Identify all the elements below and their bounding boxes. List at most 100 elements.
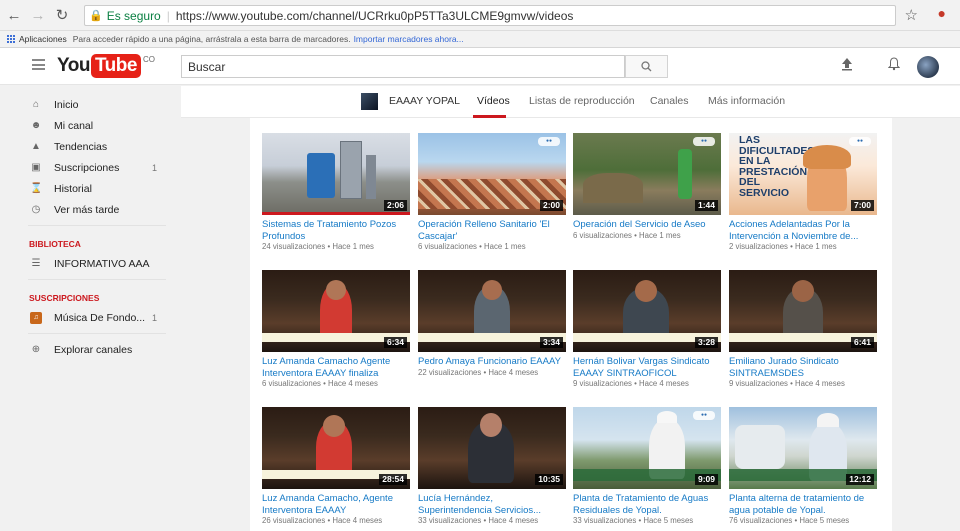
tab-playlists[interactable]: Listas de reproducción [529,95,635,107]
menu-icon[interactable] [32,59,45,70]
address-bar[interactable]: 🔒 Es seguro | https://www.youtube.com/ch… [84,5,896,26]
video-meta: 33 visualizaciones • Hace 5 meses [573,516,694,525]
sidebar-item-my-channel[interactable]: ☻ Mi canal [0,115,180,136]
video-thumbnail[interactable]: 10:35 [418,407,566,489]
videos-grid: 2:06 Sistemas de Tratamiento Pozos Profu… [250,118,892,531]
address-separator: | [166,8,170,23]
subscriptions-icon: ▣ [31,162,41,173]
video-thumbnail[interactable]: 12:12 [729,407,877,489]
search-input[interactable]: Buscar [181,55,625,78]
video-title[interactable]: Lucía Hernández, Superintendencia Servic… [418,493,566,516]
video-card[interactable]: LAS DIFICULTADES EN LA PRESTACIÓN DEL SE… [729,133,877,252]
video-title[interactable]: Planta alterna de tratamiento de agua po… [729,493,877,516]
sidebar-item-label: Tendencias [54,140,108,153]
search-button[interactable] [625,55,668,78]
video-thumbnail[interactable]: 28:54 [262,407,410,489]
sidebar-item-label: Suscripciones [54,161,120,174]
upload-icon[interactable] [841,57,853,74]
video-thumbnail[interactable]: ●● 2:00 [418,133,566,215]
video-duration: 2:00 [539,200,563,211]
sidebar-item-subscriptions[interactable]: ▣ Suscripciones 1 [0,157,180,178]
video-meta: 6 visualizaciones • Hace 4 meses [262,379,378,388]
video-title[interactable]: Planta de Tratamiento de Aguas Residuale… [573,493,721,516]
video-meta: 76 visualizaciones • Hace 5 meses [729,516,850,525]
channel-watermark-icon: ●● [693,411,715,420]
video-card[interactable]: 6:34 Luz Amanda Camacho Agente Intervent… [262,270,410,389]
bookmarks-apps-label[interactable]: Aplicaciones [19,34,67,44]
sidebar-item-trending[interactable]: ▲ Tendencias [0,136,180,157]
video-title[interactable]: Operación Relleno Sanitario 'El Cascajar… [418,219,566,242]
sidebar-item-history[interactable]: ⌛ Historial [0,178,180,199]
video-title[interactable]: Pedro Amaya Funcionario EAAAY [418,356,566,368]
sidebar-item-home[interactable]: ⌂ Inicio [0,94,180,115]
video-title[interactable]: Emiliano Jurado Sindicato SINTRAEMSDES [729,356,877,379]
sidebar-item-subscription-channel[interactable]: ♫ Música De Fondo... 1 [0,307,180,328]
video-card[interactable]: 2:06 Sistemas de Tratamiento Pozos Profu… [262,133,410,252]
video-thumbnail[interactable]: 3:34 [418,270,566,352]
video-card[interactable]: 12:12 Planta alterna de tratamiento de a… [729,407,877,526]
sidebar-item-watch-later[interactable]: ◷ Ver más tarde [0,199,180,220]
video-title[interactable]: Acciones Adelantadas Por la Intervención… [729,219,877,242]
account-avatar[interactable] [917,56,939,78]
secure-label: Es seguro [106,8,161,23]
subscriptions-section-header: SUSCRIPCIONES [29,293,100,303]
sidebar-item-playlist[interactable]: ☰ INFORMATIVO AAA [0,253,180,274]
lock-icon: 🔒 [89,10,103,22]
video-duration: 12:12 [846,474,874,485]
channel-watermark-icon: ●● [693,137,715,146]
youtube-logo[interactable]: You Tube CO [57,54,155,78]
import-bookmarks-link[interactable]: Importar marcadores ahora... [354,34,464,44]
video-meta: 2 visualizaciones • Hace 1 mes [729,242,837,251]
extension-icon[interactable]: ● [938,5,946,21]
video-thumbnail[interactable]: ●● 1:44 [573,133,721,215]
tab-about[interactable]: Más información [708,95,785,107]
subscriptions-count: 1 [152,162,158,173]
channel-avatar[interactable] [361,93,378,110]
bookmarks-hint: Para acceder rápido a una página, arrást… [72,34,351,44]
sidebar-item-label: Inicio [54,98,79,111]
library-section-header: BIBLIOTECA [29,239,81,249]
tab-channels[interactable]: Canales [650,95,689,107]
video-duration: 3:34 [539,337,563,348]
sidebar-divider [28,279,166,280]
video-thumbnail[interactable]: 6:41 [729,270,877,352]
bookmark-star-icon[interactable]: ☆ [905,6,918,24]
video-card[interactable]: 3:28 Hernán Bolivar Vargas Sindicato EAA… [573,270,721,389]
channel-watermark-icon: ●● [849,137,871,146]
video-card[interactable]: ●● 9:09 Planta de Tratamiento de Aguas R… [573,407,721,526]
video-meta: 6 visualizaciones • Hace 1 mes [573,230,681,240]
logo-region: CO [142,55,155,64]
video-title[interactable]: Luz Amanda Camacho Agente Interventora E… [262,356,410,379]
guide-sidebar: ⌂ Inicio ☻ Mi canal ▲ Tendencias ▣ Suscr… [0,86,180,531]
sidebar-item-browse-channels[interactable]: ⊕ Explorar canales [0,339,180,360]
video-card[interactable]: 28:54 Luz Amanda Camacho, Agente Interve… [262,407,410,526]
video-thumbnail[interactable]: LAS DIFICULTADES EN LA PRESTACIÓN DEL SE… [729,133,877,215]
back-arrow-icon[interactable]: ← [4,5,24,25]
sidebar-item-label: Explorar canales [54,343,133,356]
url-text[interactable]: https://www.youtube.com/channel/UCRrku0p… [176,9,574,23]
video-title[interactable]: Luz Amanda Camacho, Agente Interventora … [262,493,410,516]
video-title[interactable]: Hernán Bolivar Vargas Sindicato EAAAY SI… [573,356,721,379]
person-icon: ☻ [30,120,42,131]
channel-name[interactable]: EAAAY YOPAL [389,95,460,107]
video-card[interactable]: ●● 1:44 Operación del Servicio de Aseo 6… [573,133,721,241]
hourglass-icon: ⌛ [30,183,43,194]
video-title[interactable]: Operación del Servicio de Aseo [573,219,721,231]
logo-tube-text: Tube [90,54,141,78]
video-card[interactable]: ●● 2:00 Operación Relleno Sanitario 'El … [418,133,566,252]
video-card[interactable]: 6:41 Emiliano Jurado Sindicato SINTRAEMS… [729,270,877,389]
channel-thumbnail: ♫ [30,311,42,324]
video-card[interactable]: 10:35 Lucía Hernández, Superintendencia … [418,407,566,526]
forward-arrow-icon[interactable]: → [28,5,48,25]
video-thumbnail[interactable]: 2:06 [262,133,410,215]
reload-icon[interactable]: ↻ [52,5,72,25]
notifications-bell-icon[interactable] [887,57,901,74]
tab-videos[interactable]: Vídeos [477,95,510,107]
video-card[interactable]: 3:34 Pedro Amaya Funcionario EAAAY 22 vi… [418,270,566,378]
apps-grid-icon[interactable] [6,35,15,44]
video-thumbnail[interactable]: 6:34 [262,270,410,352]
video-thumbnail[interactable]: ●● 9:09 [573,407,721,489]
video-title[interactable]: Sistemas de Tratamiento Pozos Profundos [262,219,410,242]
video-duration: 28:54 [379,474,407,485]
video-thumbnail[interactable]: 3:28 [573,270,721,352]
